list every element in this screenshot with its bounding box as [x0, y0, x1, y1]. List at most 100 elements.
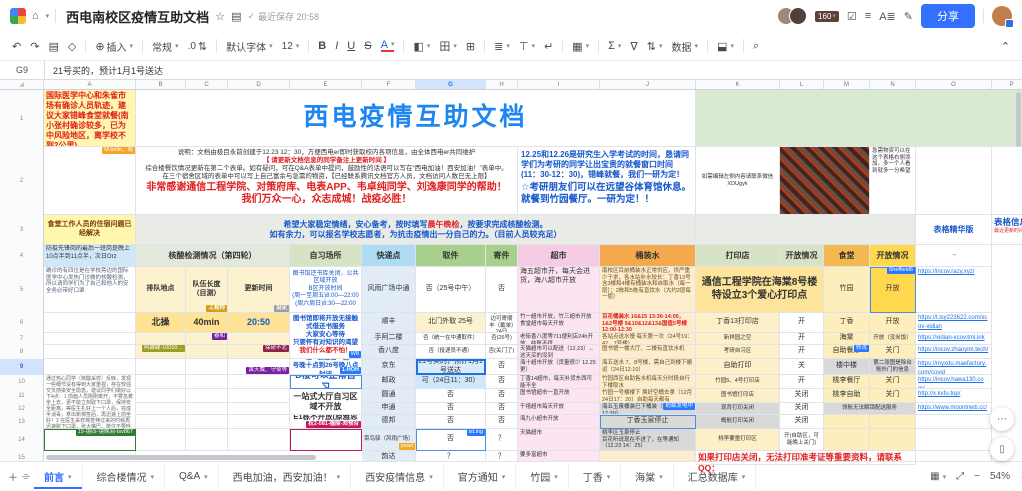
font-color-button[interactable]: A▾ [381, 40, 395, 52]
cell-length-header[interactable]: 队伍长度（目测）工程师 [186, 267, 228, 313]
cell-market[interactable]: 天猫超市 [518, 429, 600, 451]
cell-b8[interactable]: 阿肆肆-10010… [136, 345, 186, 359]
cell-water[interactable]: 桃李区玉泉停止 百花听说现在不进了，在等通知（12.23 14：25） [600, 429, 696, 451]
cell-print-shop[interactable]: 概航打印关闭 [696, 415, 780, 429]
search-icon[interactable]: ⌕ [753, 40, 759, 53]
cell-print-shop[interactable]: 竹园5、4号打印店 [696, 375, 780, 389]
col-header-h[interactable]: H [486, 80, 518, 89]
cell-market[interactable]: 丁香14超市，每天补货东西可能不全 [518, 375, 600, 389]
h-align-button[interactable]: ≣▾ [494, 40, 510, 53]
col-header-p[interactable]: P [992, 80, 1022, 89]
cell-send[interactable]: 否(26号) [486, 333, 518, 345]
bold-button[interactable]: B [318, 40, 326, 52]
covid-link[interactable]: https://incov.hawa130.com/ [918, 377, 984, 389]
cell-study-d[interactable]: D楼可以正常自习 [290, 375, 362, 389]
cell-d8[interactable]: 保研不北 [228, 345, 290, 359]
cell-edit-contact[interactable]: 如需编辑左侧内容请联系微信XDUgyk [696, 147, 780, 215]
cell-pickup[interactable]: 否（统一在中通取件） [416, 333, 486, 345]
cell-selected-g9[interactable]: 21号买的，预计1月1号送达 [416, 359, 486, 375]
cell-canteen-status[interactable]: 开放 [870, 313, 916, 333]
cell-print-shop[interactable]: 图书馆打印店 [696, 389, 780, 403]
sheet-list-button[interactable]: ⌯ [22, 471, 30, 482]
row-header-9[interactable]: 9 [0, 359, 44, 375]
cell-canteen[interactable]: 丁香 [824, 313, 870, 333]
covid-link[interactable]: https://www.moonlnwb.cc/COVID/ [918, 405, 987, 415]
cell-send[interactable]: ？ [486, 429, 518, 451]
cell-water[interactable]: 海五玉泉桶装已下桶装（12月24日17:30）蚂蚁发电中 [600, 403, 696, 415]
cell-study-abc[interactable]: abc楼&信远楼一区23号晚十点到26号晚八点封闭1-HOH [290, 359, 362, 375]
cell-market[interactable]: 海五超市开，每天会进货，海八超市开放 [518, 267, 600, 313]
cell-print-shop[interactable]: 桃李要童打印区 [696, 429, 780, 451]
redo-button[interactable]: ↷ [30, 40, 39, 53]
cell-b7[interactable] [136, 333, 186, 345]
cell-express[interactable]: 申通 [362, 403, 416, 415]
tab-zhuyuan[interactable]: 竹园▾ [520, 464, 569, 489]
cell-n14[interactable] [870, 429, 916, 451]
sort-button[interactable]: ⇅▾ [647, 40, 663, 53]
v-align-button[interactable]: ⊤▾ [519, 40, 535, 53]
cell-express-sf[interactable]: 顺丰 [362, 313, 416, 333]
cell-a5[interactable]: 确诊的有四位是在学校旁边的国际医学中心发热门诊做的核酸检测，所以请同学们为了自己… [44, 267, 136, 313]
home-icon[interactable]: ⌂ [32, 10, 39, 22]
menu-icon[interactable]: ≡ [865, 10, 871, 22]
cell-water[interactable]: 百花桶装水 16&15 13:30-14:00，1&2号楼 9&10&12&13… [600, 313, 696, 333]
col-header-d[interactable]: D [228, 80, 290, 89]
cell-send[interactable]: 否 [486, 415, 518, 429]
cell-study-hall[interactable]: 一站式大厅自习区域不开放 [290, 389, 362, 415]
col-header-c[interactable]: C [186, 80, 228, 89]
cell-canteen[interactable]: 楼中楼 [824, 359, 870, 375]
cell-urgent-supplies[interactable]: 急需物资可以在这个表格右侧添加，多一个人看到就多一分希望 [870, 147, 916, 215]
cell-green-band[interactable] [696, 90, 1022, 147]
cell-pickup[interactable]: 可（24日11：30） [416, 375, 486, 389]
header-study[interactable]: 自习场所 [290, 245, 362, 267]
reader-mode-icon[interactable]: A≣ [879, 10, 896, 23]
header-canteen-status[interactable]: 开放情况 [870, 245, 916, 267]
cell-market[interactable]: 天猫超市可以配送（12.23）←这天买的没到 [518, 345, 600, 359]
share-button[interactable]: 分享 [921, 4, 975, 28]
cell-canteen-status[interactable]: 关门 [870, 389, 916, 403]
view-switch-button[interactable]: ▦▾ [930, 471, 946, 482]
protect-button[interactable]: ⬓▾ [717, 40, 734, 53]
cell-send[interactable]: 北门右手边可寄顺丰（截单）24日 [486, 313, 518, 333]
cell-a3[interactable]: 食堂工作人员的住宿问题已经解决 [44, 215, 136, 245]
cell-a6[interactable] [44, 313, 136, 333]
cell-pickup[interactable]: 北门外取 25号 [416, 313, 486, 333]
cell-print-status[interactable]: 开 [780, 375, 824, 389]
cell-b14[interactable] [136, 429, 186, 451]
chart-button[interactable]: ▦▾ [572, 40, 589, 53]
col-header-e[interactable]: E [290, 80, 362, 89]
col-header-n[interactable]: N [870, 80, 916, 89]
cell-essence-arrow[interactable]: → [916, 245, 992, 267]
select-all-corner[interactable]: ◢ [0, 80, 44, 89]
col-header-m[interactable]: M [824, 80, 870, 89]
cell-reference-box[interactable]: G9 [0, 61, 45, 79]
clear-format-button[interactable]: ◇ [68, 40, 76, 53]
covid-link[interactable]: https://xidian-xcov.tml.ink [918, 335, 985, 341]
cell-print-status[interactable]: 开 [780, 345, 824, 359]
avatar[interactable] [789, 7, 807, 25]
move-folder-icon[interactable]: ▤ [231, 10, 241, 23]
cell-queue-length[interactable]: 40min [186, 313, 228, 333]
cell-canteen-status[interactable]: 关门 [870, 375, 916, 389]
row-header-7[interactable]: 7 [0, 333, 44, 345]
cell-d10[interactable] [228, 375, 290, 389]
cell-p2[interactable] [992, 147, 1022, 215]
cell-canteen-status[interactable]: 关门 [870, 345, 916, 359]
mobile-view-fab[interactable]: ▯ [990, 437, 1014, 461]
cell-essence2[interactable]: 表格信息精华版最近更新时间：2021.12 [992, 215, 1022, 245]
row-header-10[interactable]: 10 [0, 375, 44, 389]
tab-official-notice[interactable]: 官方通知▾ [448, 464, 517, 489]
cell-send[interactable]: 否(关门了) [486, 345, 518, 359]
cell-pickup[interactable]: 否 [416, 389, 486, 403]
cell-d11[interactable] [228, 389, 290, 403]
cell-o13[interactable] [916, 415, 992, 429]
cell-a1[interactable]: 国际医学中心和朱雀市场有确诊人员轨迹，建议大家错峰食堂就餐(南小张村确诊较多，已… [44, 90, 136, 147]
col-header-a[interactable]: A [44, 80, 136, 89]
header-express[interactable]: 快递点 [362, 245, 416, 267]
header-print-status[interactable]: 开放情况 [780, 245, 824, 267]
cell-queue-header[interactable]: 排队地点 [136, 267, 186, 313]
cell-water[interactable]: 南校区目前桶装水正常供应，供严重少于求，各水站补水较长：丁香13号含3楼和4楼有… [600, 267, 696, 313]
cell-a7[interactable] [44, 333, 136, 345]
header-send[interactable]: 寄件 [486, 245, 518, 267]
strikethrough-button[interactable]: S [364, 40, 371, 52]
